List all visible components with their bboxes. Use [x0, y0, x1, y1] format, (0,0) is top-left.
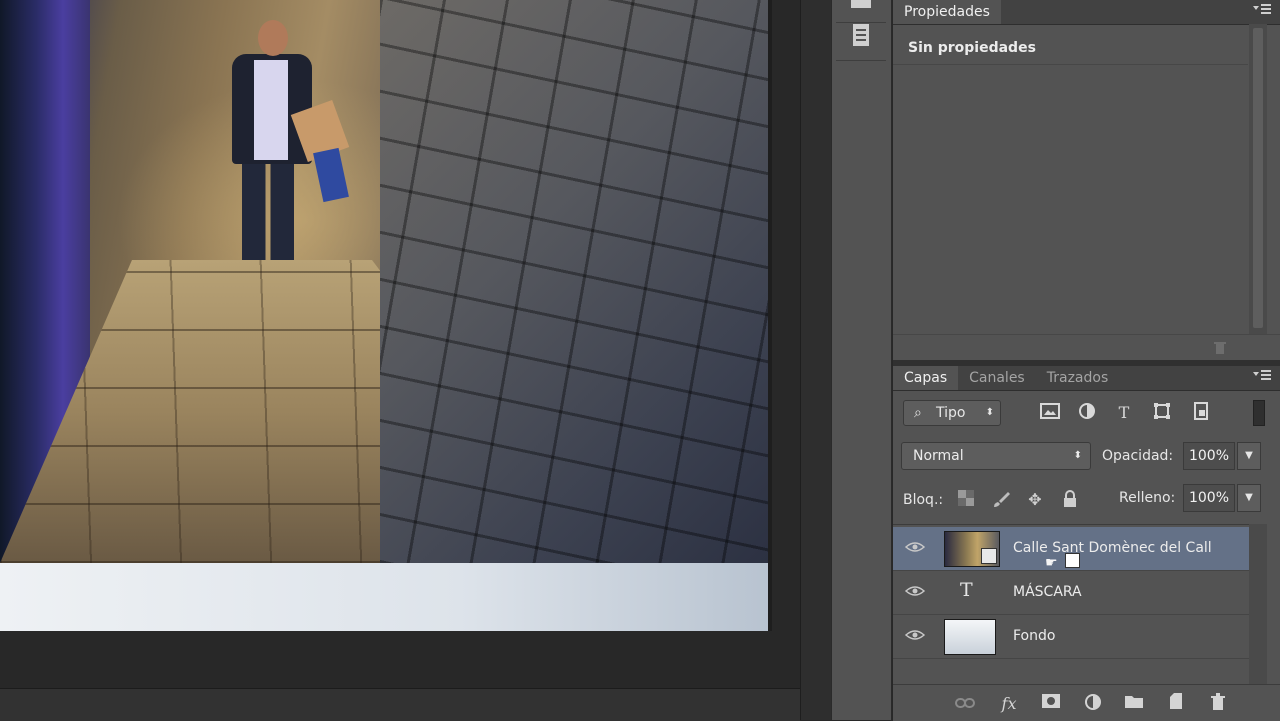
add-mask-icon[interactable]	[1039, 693, 1063, 715]
blend-mode-select[interactable]: Normal ⬍	[901, 442, 1091, 470]
fill-input[interactable]: 100%	[1183, 484, 1235, 512]
background-thumbnail	[944, 619, 996, 655]
layers-scrollbar[interactable]	[1249, 524, 1267, 684]
delete-layer-icon[interactable]	[1206, 693, 1230, 715]
lock-move-icon[interactable]: ✥	[1025, 490, 1045, 510]
panel-icon-dock	[831, 0, 892, 720]
tab-properties[interactable]: Propiedades	[893, 0, 1001, 24]
trash-icon[interactable]	[1212, 339, 1228, 359]
search-icon: ⌕	[914, 405, 922, 421]
new-adjustment-icon[interactable]	[1081, 693, 1105, 715]
layer-row-mascara[interactable]: T MÁSCARA	[893, 571, 1249, 615]
visibility-eye-icon[interactable]	[904, 582, 926, 602]
type-filter-icon[interactable]: T	[1113, 402, 1135, 424]
link-layers-icon[interactable]	[953, 693, 977, 715]
layer-row-fondo[interactable]: Fondo	[893, 615, 1249, 659]
document-edge	[768, 0, 772, 631]
blend-mode-value: Normal	[913, 448, 964, 464]
layer-name[interactable]: Calle Sant Domènec del Call	[1013, 540, 1212, 556]
lock-paint-icon[interactable]	[991, 490, 1011, 510]
visibility-eye-icon[interactable]	[904, 626, 926, 646]
blend-row: Normal ⬍ Opacidad: 100% ▼	[893, 438, 1280, 474]
adjustment-filter-icon[interactable]	[1076, 402, 1098, 424]
street-photo-image	[0, 0, 768, 563]
photo-person	[222, 20, 350, 270]
properties-empty-message: Sin propiedades	[908, 40, 1036, 56]
dock-properties-icon[interactable]	[838, 18, 884, 52]
properties-panel: Propiedades Sin propiedades	[893, 0, 1280, 361]
shape-filter-icon[interactable]	[1151, 402, 1173, 424]
visibility-eye-icon[interactable]	[904, 538, 926, 558]
properties-scrollbar[interactable]	[1249, 24, 1267, 334]
chevron-updown-icon: ⬍	[1073, 450, 1082, 461]
document-canvas[interactable]	[0, 0, 800, 688]
canvas-horizontal-scrollbar[interactable]	[0, 688, 800, 721]
lock-transparent-icon[interactable]	[956, 490, 976, 510]
smart-object-thumbnail	[944, 531, 1000, 567]
layers-panel: Capas Canales Trazados ⌕ Tipo ⬍ T Normal	[893, 366, 1280, 721]
layers-footer: fx	[893, 684, 1280, 721]
layer-name[interactable]: Fondo	[1013, 628, 1055, 644]
text-layer-icon: T	[960, 579, 973, 601]
layers-list: Calle Sant Domènec del Call ☛ T MÁSCARA …	[893, 524, 1249, 685]
properties-footer	[893, 334, 1280, 361]
panel-menu-icon[interactable]	[1252, 2, 1272, 19]
tab-channels[interactable]: Canales	[958, 366, 1036, 390]
clipping-cursor-icon	[1065, 553, 1080, 568]
opacity-label: Opacidad:	[1102, 448, 1174, 464]
new-layer-icon[interactable]	[1164, 693, 1188, 715]
layer-name[interactable]: MÁSCARA	[1013, 584, 1082, 600]
lock-row: Bloq.: ✥ Relleno: 100% ▼	[893, 482, 1280, 518]
fx-icon[interactable]: fx	[997, 693, 1021, 715]
layer-row-calle[interactable]: Calle Sant Domènec del Call ☛	[893, 527, 1249, 571]
filter-type-select[interactable]: ⌕ Tipo ⬍	[903, 400, 1001, 426]
layers-panel-menu-icon[interactable]	[1252, 368, 1272, 385]
lock-all-icon[interactable]	[1060, 490, 1080, 510]
layer-filter-bar: ⌕ Tipo ⬍ T	[893, 392, 1280, 432]
layers-tab-bar: Capas Canales Trazados	[893, 366, 1280, 391]
photo-stone-wall	[380, 0, 768, 563]
chevron-updown-icon: ⬍	[985, 407, 994, 418]
tab-paths[interactable]: Trazados	[1036, 366, 1120, 390]
background-layer-strip	[0, 563, 768, 631]
fill-dropdown-button[interactable]: ▼	[1237, 484, 1261, 512]
filter-type-label: Tipo	[936, 405, 966, 421]
opacity-input[interactable]: 100%	[1183, 442, 1235, 470]
filter-toggle-switch[interactable]	[1253, 400, 1265, 426]
properties-tab-bar: Propiedades	[893, 0, 1280, 25]
fill-label: Relleno:	[1119, 490, 1176, 506]
properties-content-area	[893, 64, 1248, 333]
new-group-icon[interactable]	[1122, 693, 1146, 715]
opacity-dropdown-button[interactable]: ▼	[1237, 442, 1261, 470]
panel-gutter	[800, 0, 831, 720]
smart-object-filter-icon[interactable]	[1190, 402, 1212, 424]
lock-label: Bloq.:	[903, 492, 944, 508]
image-filter-icon[interactable]	[1039, 402, 1061, 424]
dock-collapsed-panel-icon[interactable]	[838, 0, 884, 20]
tab-layers[interactable]: Capas	[893, 366, 959, 390]
